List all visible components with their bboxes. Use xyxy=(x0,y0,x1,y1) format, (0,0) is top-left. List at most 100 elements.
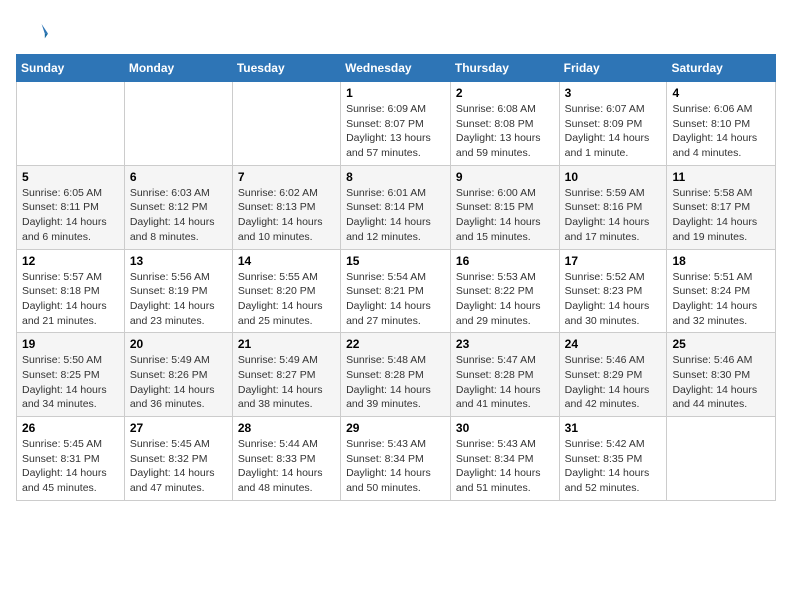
calendar-cell: 21 Sunrise: 5:49 AM Sunset: 8:27 PM Dayli… xyxy=(232,333,340,417)
day-number: 3 xyxy=(565,86,662,100)
calendar-cell: 12 Sunrise: 5:57 AM Sunset: 8:18 PM Dayli… xyxy=(17,249,125,333)
logo xyxy=(16,16,52,48)
calendar-cell: 7 Sunrise: 6:02 AM Sunset: 8:13 PM Daylig… xyxy=(232,165,340,249)
calendar-cell xyxy=(667,417,776,501)
calendar-cell: 20 Sunrise: 5:49 AM Sunset: 8:26 PM Dayli… xyxy=(124,333,232,417)
day-number: 14 xyxy=(238,254,335,268)
calendar-cell: 23Sunrise: 5:47 AM Sunset: 8:28 PM Dayli… xyxy=(450,333,559,417)
day-info: Sunrise: 5:46 AM Sunset: 8:29 PM Dayligh… xyxy=(565,353,662,412)
day-number: 18 xyxy=(672,254,770,268)
calendar-cell xyxy=(124,82,232,166)
day-info: Sunrise: 5:56 AM Sunset: 8:19 PM Dayligh… xyxy=(130,270,227,329)
calendar-cell: 18 Sunrise: 5:51 AM Sunset: 8:24 PM Dayli… xyxy=(667,249,776,333)
calendar-cell: 26 Sunrise: 5:45 AM Sunset: 8:31 PM Dayli… xyxy=(17,417,125,501)
calendar-cell: 3Sunrise: 6:07 AM Sunset: 8:09 PM Daylig… xyxy=(559,82,667,166)
calendar-cell: 27 Sunrise: 5:45 AM Sunset: 8:32 PM Dayli… xyxy=(124,417,232,501)
calendar-cell: 16 Sunrise: 5:53 AM Sunset: 8:22 PM Dayli… xyxy=(450,249,559,333)
day-info: Sunrise: 5:51 AM Sunset: 8:24 PM Dayligh… xyxy=(672,270,770,329)
day-number: 25 xyxy=(672,337,770,351)
day-info: Sunrise: 6:06 AM Sunset: 8:10 PM Dayligh… xyxy=(672,102,770,161)
calendar-cell: 28 Sunrise: 5:44 AM Sunset: 8:33 PM Dayli… xyxy=(232,417,340,501)
day-number: 29 xyxy=(346,421,445,435)
calendar-cell: 30 Sunrise: 5:43 AM Sunset: 8:34 PM Dayli… xyxy=(450,417,559,501)
day-info: Sunrise: 5:42 AM Sunset: 8:35 PM Dayligh… xyxy=(565,437,662,496)
day-info: Sunrise: 5:59 AM Sunset: 8:16 PM Dayligh… xyxy=(565,186,662,245)
week-row-1: 1 Sunrise: 6:09 AM Sunset: 8:07 PM Daylig… xyxy=(17,82,776,166)
weekday-thursday: Thursday xyxy=(450,55,559,82)
calendar-cell: 1 Sunrise: 6:09 AM Sunset: 8:07 PM Daylig… xyxy=(341,82,451,166)
day-number: 20 xyxy=(130,337,227,351)
day-number: 5 xyxy=(22,170,119,184)
day-info: Sunrise: 5:55 AM Sunset: 8:20 PM Dayligh… xyxy=(238,270,335,329)
day-info: Sunrise: 5:52 AM Sunset: 8:23 PM Dayligh… xyxy=(565,270,662,329)
day-number: 30 xyxy=(456,421,554,435)
page-header xyxy=(16,16,776,48)
day-info: Sunrise: 5:49 AM Sunset: 8:27 PM Dayligh… xyxy=(238,353,335,412)
day-number: 17 xyxy=(565,254,662,268)
day-number: 1 xyxy=(346,86,445,100)
calendar-cell: 4Sunrise: 6:06 AM Sunset: 8:10 PM Daylig… xyxy=(667,82,776,166)
day-info: Sunrise: 6:08 AM Sunset: 8:08 PM Dayligh… xyxy=(456,102,554,161)
day-number: 28 xyxy=(238,421,335,435)
calendar-cell: 25 Sunrise: 5:46 AM Sunset: 8:30 PM Dayli… xyxy=(667,333,776,417)
calendar-cell: 15 Sunrise: 5:54 AM Sunset: 8:21 PM Dayli… xyxy=(341,249,451,333)
calendar-cell: 14 Sunrise: 5:55 AM Sunset: 8:20 PM Dayli… xyxy=(232,249,340,333)
calendar-cell: 10 Sunrise: 5:59 AM Sunset: 8:16 PM Dayli… xyxy=(559,165,667,249)
day-number: 15 xyxy=(346,254,445,268)
day-info: Sunrise: 6:02 AM Sunset: 8:13 PM Dayligh… xyxy=(238,186,335,245)
day-info: Sunrise: 5:45 AM Sunset: 8:31 PM Dayligh… xyxy=(22,437,119,496)
calendar-cell xyxy=(232,82,340,166)
day-number: 22 xyxy=(346,337,445,351)
weekday-tuesday: Tuesday xyxy=(232,55,340,82)
weekday-sunday: Sunday xyxy=(17,55,125,82)
day-info: Sunrise: 5:44 AM Sunset: 8:33 PM Dayligh… xyxy=(238,437,335,496)
week-row-4: 19 Sunrise: 5:50 AM Sunset: 8:25 PM Dayli… xyxy=(17,333,776,417)
day-info: Sunrise: 6:00 AM Sunset: 8:15 PM Dayligh… xyxy=(456,186,554,245)
day-number: 12 xyxy=(22,254,119,268)
day-info: Sunrise: 6:01 AM Sunset: 8:14 PM Dayligh… xyxy=(346,186,445,245)
day-number: 26 xyxy=(22,421,119,435)
day-number: 8 xyxy=(346,170,445,184)
calendar-cell: 22 Sunrise: 5:48 AM Sunset: 8:28 PM Dayli… xyxy=(341,333,451,417)
day-number: 11 xyxy=(672,170,770,184)
day-info: Sunrise: 5:48 AM Sunset: 8:28 PM Dayligh… xyxy=(346,353,445,412)
weekday-saturday: Saturday xyxy=(667,55,776,82)
day-number: 7 xyxy=(238,170,335,184)
day-number: 16 xyxy=(456,254,554,268)
logo-icon xyxy=(16,16,48,48)
day-number: 2 xyxy=(456,86,554,100)
day-number: 6 xyxy=(130,170,227,184)
day-info: Sunrise: 6:05 AM Sunset: 8:11 PM Dayligh… xyxy=(22,186,119,245)
day-info: Sunrise: 5:54 AM Sunset: 8:21 PM Dayligh… xyxy=(346,270,445,329)
day-info: Sunrise: 5:57 AM Sunset: 8:18 PM Dayligh… xyxy=(22,270,119,329)
day-info: Sunrise: 5:46 AM Sunset: 8:30 PM Dayligh… xyxy=(672,353,770,412)
day-info: Sunrise: 6:09 AM Sunset: 8:07 PM Dayligh… xyxy=(346,102,445,161)
day-info: Sunrise: 5:58 AM Sunset: 8:17 PM Dayligh… xyxy=(672,186,770,245)
day-number: 24 xyxy=(565,337,662,351)
calendar-body: 1 Sunrise: 6:09 AM Sunset: 8:07 PM Daylig… xyxy=(17,82,776,501)
day-number: 10 xyxy=(565,170,662,184)
weekday-monday: Monday xyxy=(124,55,232,82)
weekday-wednesday: Wednesday xyxy=(341,55,451,82)
calendar-cell: 29Sunrise: 5:43 AM Sunset: 8:34 PM Dayli… xyxy=(341,417,451,501)
calendar-cell xyxy=(17,82,125,166)
calendar-cell: 5 Sunrise: 6:05 AM Sunset: 8:11 PM Daylig… xyxy=(17,165,125,249)
day-number: 19 xyxy=(22,337,119,351)
calendar-cell: 13Sunrise: 5:56 AM Sunset: 8:19 PM Dayli… xyxy=(124,249,232,333)
calendar-cell: 8 Sunrise: 6:01 AM Sunset: 8:14 PM Daylig… xyxy=(341,165,451,249)
calendar-cell: 11 Sunrise: 5:58 AM Sunset: 8:17 PM Dayli… xyxy=(667,165,776,249)
calendar-table: SundayMondayTuesdayWednesdayThursdayFrid… xyxy=(16,54,776,501)
day-info: Sunrise: 5:49 AM Sunset: 8:26 PM Dayligh… xyxy=(130,353,227,412)
day-info: Sunrise: 6:03 AM Sunset: 8:12 PM Dayligh… xyxy=(130,186,227,245)
day-number: 21 xyxy=(238,337,335,351)
calendar-cell: 17 Sunrise: 5:52 AM Sunset: 8:23 PM Dayli… xyxy=(559,249,667,333)
day-info: Sunrise: 5:45 AM Sunset: 8:32 PM Dayligh… xyxy=(130,437,227,496)
day-number: 31 xyxy=(565,421,662,435)
day-number: 27 xyxy=(130,421,227,435)
week-row-5: 26 Sunrise: 5:45 AM Sunset: 8:31 PM Dayli… xyxy=(17,417,776,501)
day-info: Sunrise: 5:53 AM Sunset: 8:22 PM Dayligh… xyxy=(456,270,554,329)
weekday-header-row: SundayMondayTuesdayWednesdayThursdayFrid… xyxy=(17,55,776,82)
calendar-cell: 24 Sunrise: 5:46 AM Sunset: 8:29 PM Dayli… xyxy=(559,333,667,417)
day-info: Sunrise: 5:43 AM Sunset: 8:34 PM Dayligh… xyxy=(456,437,554,496)
day-info: Sunrise: 5:50 AM Sunset: 8:25 PM Dayligh… xyxy=(22,353,119,412)
